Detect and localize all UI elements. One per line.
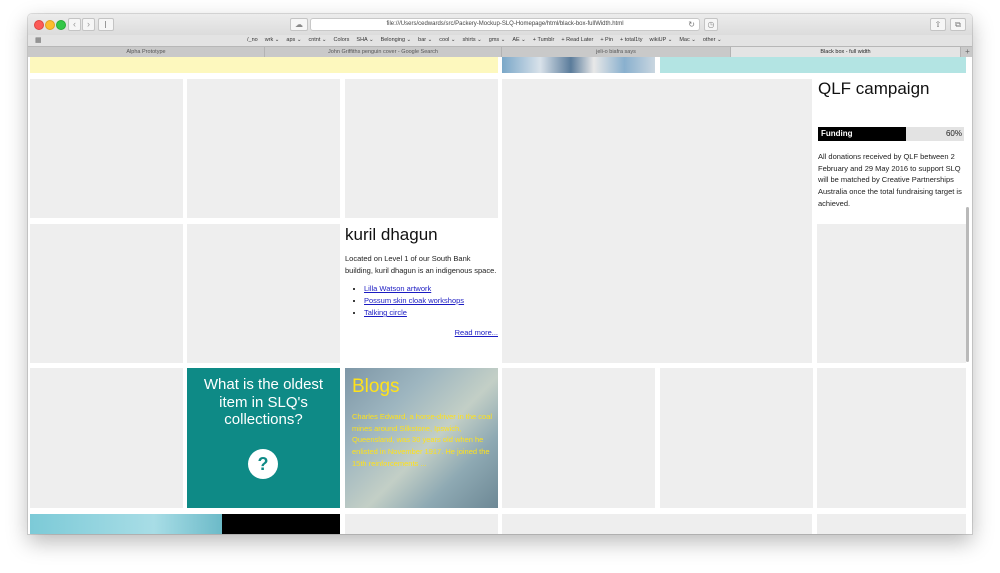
bookmark-item[interactable]: Colors	[334, 35, 350, 46]
tab-label: Black box - full width	[820, 49, 871, 55]
sidebar-toggle-icon[interactable]	[98, 18, 114, 31]
grid-tile[interactable]	[345, 79, 498, 218]
grid-tile[interactable]	[817, 224, 966, 363]
tab-google-search[interactable]: John Griffiths penguin cover - Google Se…	[265, 47, 502, 57]
bookmark-item[interactable]: aps ⌄	[286, 35, 301, 46]
grid-tile[interactable]	[660, 368, 813, 508]
oldest-item-tile[interactable]: What is the oldest item in SLQ's collect…	[187, 368, 340, 508]
large-grid-tile[interactable]	[502, 79, 812, 363]
new-tab-button[interactable]: +	[961, 47, 972, 57]
link-talking-circle[interactable]: Talking circle	[364, 308, 407, 317]
back-button[interactable]: ‹	[68, 18, 81, 31]
bookmark-item[interactable]: + Read Later	[561, 35, 593, 46]
question-mark-icon[interactable]: ?	[248, 449, 278, 479]
qlf-title: QLF campaign	[818, 79, 930, 98]
tab-jeli-o-biafra[interactable]: jeli-o biafra says	[502, 47, 731, 57]
grid-tile[interactable]	[502, 514, 812, 534]
funding-percent: 60%	[945, 129, 962, 138]
browser-window: ‹ › ☁ file:///Users/cedwards/src/Packery…	[28, 14, 972, 534]
qlf-description: All donations received by QLF between 2 …	[818, 152, 962, 208]
bookmark-item[interactable]: cntnt ⌄	[308, 35, 326, 46]
tab-black-box[interactable]: Black box - full width	[731, 47, 961, 57]
read-more-link[interactable]: Read more...	[455, 328, 498, 337]
tab-label: John Griffiths penguin cover - Google Se…	[328, 49, 438, 55]
share-icon[interactable]: ⇧	[930, 18, 946, 31]
photo-tile[interactable]	[30, 514, 340, 534]
grid-tile[interactable]	[817, 368, 966, 508]
bookmark-item[interactable]: bar ⌄	[418, 35, 432, 46]
zoom-window-button[interactable]	[56, 20, 66, 30]
browser-toolbar: ‹ › ☁ file:///Users/cedwards/src/Packery…	[28, 14, 972, 35]
photo-tile[interactable]	[502, 57, 655, 73]
page-viewport: QLF campaign Funding 60% All donations r…	[28, 57, 972, 534]
teal-tile[interactable]	[660, 57, 966, 73]
bookmark-item[interactable]: SHA ⌄	[356, 35, 373, 46]
bookmark-item[interactable]: Belonging ⌄	[381, 35, 412, 46]
show-tabs-icon[interactable]: ⧉	[950, 18, 966, 31]
funding-label: Funding	[821, 129, 853, 138]
bookmark-item[interactable]: + Tumblr	[533, 35, 555, 46]
bookmark-item[interactable]: shirts ⌄	[463, 35, 482, 46]
blogs-tile[interactable]: Blogs Charles Edward, a horse-driver in …	[345, 368, 498, 508]
vertical-scrollbar[interactable]	[966, 207, 969, 362]
bookmark-item[interactable]: Mac ⌄	[679, 35, 696, 46]
kuril-link-list: Lilla Watson artwork Possum skin cloak w…	[352, 283, 464, 319]
funding-progress-bar: Funding 60%	[818, 127, 964, 141]
bookmark-item[interactable]: wrk ⌄	[265, 35, 280, 46]
address-bar[interactable]: file:///Users/cedwards/src/Packery-Mocku…	[310, 18, 700, 31]
grid-tile[interactable]	[30, 368, 183, 508]
tab-label: Alpha Prototype	[126, 49, 166, 55]
bookmarks-bar: ▦ /_no wrk ⌄ aps ⌄ cntnt ⌄ Colors SHA ⌄ Belong…	[28, 35, 972, 46]
bookmark-item[interactable]: gms ⌄	[489, 35, 506, 46]
blogs-title: Blogs	[352, 376, 400, 397]
bookmark-item[interactable]: AE ⌄	[512, 35, 525, 46]
kuril-dhagun-panel: kuril dhagun Located on Level 1 of our S…	[345, 224, 498, 363]
grid-tile[interactable]	[30, 224, 183, 363]
bookmark-item[interactable]: wikiUP ⌄	[650, 35, 673, 46]
tab-alpha-prototype[interactable]: Alpha Prototype	[28, 47, 265, 57]
history-icon[interactable]: ◷	[704, 18, 718, 31]
link-possum-skin-cloak[interactable]: Possum skin cloak workshops	[364, 296, 464, 305]
grid-tile[interactable]	[187, 224, 340, 363]
list-item: Talking circle	[364, 307, 464, 319]
bookmark-item[interactable]: cool ⌄	[439, 35, 455, 46]
minimize-window-button[interactable]	[45, 20, 55, 30]
bookmark-item[interactable]: + Pin	[600, 35, 613, 46]
kuril-title: kuril dhagun	[345, 225, 438, 244]
blogs-excerpt: Charles Edward, a horse-driver in the co…	[352, 412, 493, 468]
bookmark-item[interactable]: other ⌄	[703, 35, 722, 46]
bookmark-item[interactable]: + total1ty	[620, 35, 642, 46]
qlf-campaign-panel: QLF campaign Funding 60% All donations r…	[814, 79, 966, 221]
close-window-button[interactable]	[34, 20, 44, 30]
list-item: Possum skin cloak workshops	[364, 295, 464, 307]
grid-tile[interactable]	[187, 79, 340, 218]
list-item: Lilla Watson artwork	[364, 283, 464, 295]
link-lilla-watson[interactable]: Lilla Watson artwork	[364, 284, 431, 293]
top-sites-grid-icon[interactable]: ▦	[35, 37, 42, 44]
bookmarks-list: /_no wrk ⌄ aps ⌄ cntnt ⌄ Colors SHA ⌄ Belongin…	[247, 35, 722, 46]
yellow-tile[interactable]	[30, 57, 498, 73]
kuril-description: Located on Level 1 of our South Bank bui…	[345, 254, 497, 275]
tab-label: jeli-o biafra says	[596, 49, 636, 55]
bookmark-item[interactable]: /_no	[247, 35, 258, 46]
forward-button[interactable]: ›	[82, 18, 95, 31]
icloud-tabs-icon[interactable]: ☁	[290, 18, 308, 31]
grid-tile[interactable]	[30, 79, 183, 218]
url-text: file:///Users/cedwards/src/Packery-Mocku…	[386, 21, 624, 27]
grid-tile[interactable]	[502, 368, 655, 508]
grid-tile[interactable]	[817, 514, 966, 534]
reload-icon[interactable]: ↻	[688, 19, 695, 30]
oldest-item-question: What is the oldest item in SLQ's collect…	[203, 376, 324, 428]
grid-tile[interactable]	[345, 514, 498, 534]
